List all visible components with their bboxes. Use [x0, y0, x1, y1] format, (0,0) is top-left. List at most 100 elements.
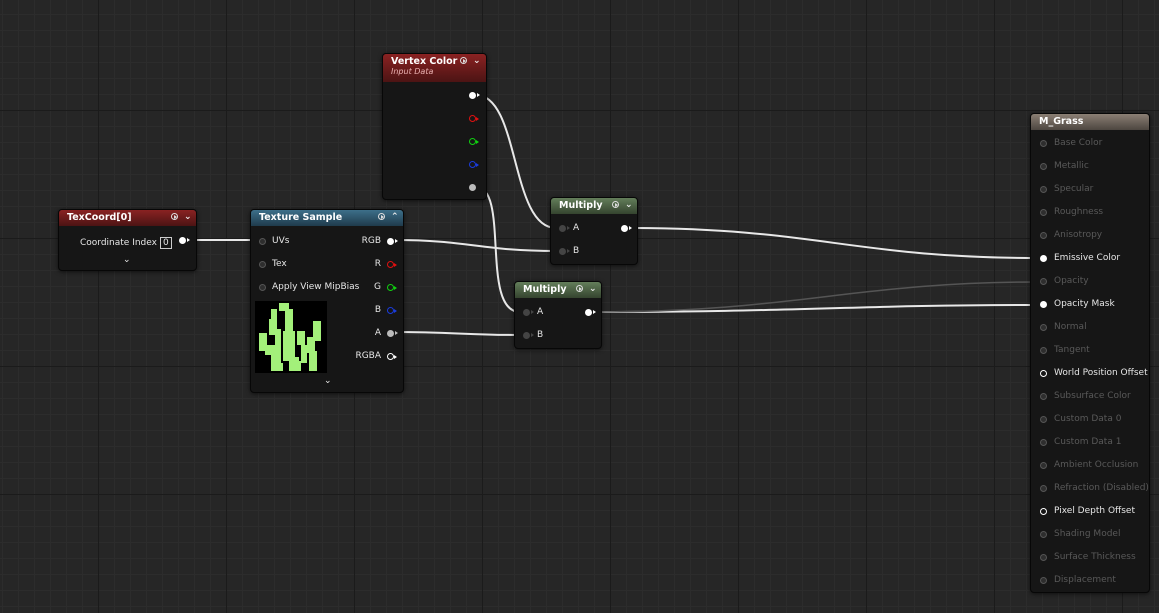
vertex-color-output-g-pin[interactable]	[469, 138, 479, 145]
uvs-input-pin[interactable]	[259, 238, 266, 245]
vertex-color-header[interactable]: Vertex Color Input Data ⌄	[383, 54, 486, 82]
chevron-up-icon[interactable]: ⌃	[391, 213, 400, 222]
material-input-label: Roughness	[1054, 207, 1104, 217]
node-title: M_Grass	[1039, 116, 1084, 127]
material-input-pin[interactable]	[1040, 416, 1047, 423]
chevron-down-icon[interactable]: ⌄	[184, 213, 193, 222]
b-output-label: B	[374, 305, 381, 315]
material-input-label: Pixel Depth Offset	[1054, 506, 1135, 516]
coordinate-index-field[interactable]: 0	[159, 237, 172, 249]
material-input-label: Opacity Mask	[1054, 299, 1115, 309]
material-input-pin[interactable]	[1040, 301, 1047, 308]
rgb-output-label: RGB	[361, 236, 381, 246]
material-result-node[interactable]: M_Grass Base Color Metallic Specular Roughn…	[1030, 113, 1150, 593]
multiply-a-input-pin[interactable]	[559, 225, 570, 232]
tex-input-label: Tex	[272, 259, 287, 269]
vertex-color-node[interactable]: Vertex Color Input Data ⌄	[382, 53, 487, 200]
material-input-label: Tangent	[1054, 345, 1090, 355]
multiply-header[interactable]: Multiply ⌄	[515, 282, 601, 298]
material-input-label: Ambient Occlusion	[1054, 460, 1139, 470]
expand-chevron-icon[interactable]: ⌄	[123, 255, 131, 265]
material-input-pin[interactable]	[1040, 577, 1047, 584]
material-input-label: Custom Data 0	[1054, 414, 1122, 424]
material-input-label: Anisotropy	[1054, 230, 1103, 240]
node-title: Texture Sample	[259, 212, 343, 223]
node-title: Multiply	[523, 284, 567, 295]
material-input-pin[interactable]	[1040, 163, 1047, 170]
r-output-pin[interactable]	[387, 261, 397, 268]
material-input-pin[interactable]	[1040, 140, 1047, 147]
tex-input-pin[interactable]	[259, 261, 266, 268]
material-input-pin[interactable]	[1040, 393, 1047, 400]
collapse-chevron-icon[interactable]: ⌄	[324, 376, 332, 386]
r-output-label: R	[374, 259, 381, 269]
material-input-pin[interactable]	[1040, 186, 1047, 193]
vertex-color-output-rgb-pin[interactable]	[469, 92, 480, 99]
material-input-label: Refraction (Disabled)	[1054, 483, 1149, 493]
a-output-pin[interactable]	[387, 330, 398, 337]
material-input-pin[interactable]	[1040, 347, 1047, 354]
preview-toggle-icon[interactable]	[576, 285, 583, 292]
material-input-pin[interactable]	[1040, 439, 1047, 446]
multiply-a-input-pin[interactable]	[523, 309, 534, 316]
chevron-down-icon[interactable]: ⌄	[625, 201, 634, 210]
node-title: TexCoord[0]	[67, 212, 132, 223]
preview-toggle-icon[interactable]	[171, 213, 178, 220]
wire-rgb-to-multiply1-b	[393, 239, 557, 252]
mipbias-input-pin[interactable]	[259, 284, 266, 291]
texture-sample-node[interactable]: Texture Sample ⌃ UVs Tex Apply View MipB…	[250, 209, 404, 393]
multiply-b-label: B	[537, 330, 544, 340]
wire-multiply2-to-opacity-mask	[590, 304, 1042, 313]
preview-toggle-icon[interactable]	[378, 213, 385, 220]
multiply-b-input-pin[interactable]	[559, 248, 570, 255]
g-output-label: G	[374, 282, 381, 292]
multiply-b-input-pin[interactable]	[523, 332, 534, 339]
material-input-pin[interactable]	[1040, 278, 1047, 285]
texcoord-node[interactable]: TexCoord[0] ⌄ Coordinate Index 0 ⌄	[58, 209, 197, 271]
vertex-color-output-b-pin[interactable]	[469, 161, 479, 168]
preview-toggle-icon[interactable]	[460, 57, 467, 64]
material-input-label: World Position Offset	[1054, 368, 1148, 378]
wire-alpha-to-multiply2-b	[393, 331, 521, 336]
multiply-a-label: A	[537, 307, 544, 317]
b-output-pin[interactable]	[387, 307, 397, 314]
material-input-label: Surface Thickness	[1054, 552, 1136, 562]
preview-toggle-icon[interactable]	[612, 201, 619, 208]
vertex-color-output-r-pin[interactable]	[469, 115, 479, 122]
g-output-pin[interactable]	[387, 284, 397, 291]
chevron-down-icon[interactable]: ⌄	[589, 285, 598, 294]
material-input-pin[interactable]	[1040, 508, 1047, 515]
texcoord-header[interactable]: TexCoord[0] ⌄	[59, 210, 196, 226]
material-input-pin[interactable]	[1040, 485, 1047, 492]
material-input-pin[interactable]	[1040, 324, 1047, 331]
material-input-label: Metallic	[1054, 161, 1089, 171]
multiply-node-2[interactable]: Multiply ⌄ A B	[514, 281, 602, 349]
material-input-label: Opacity	[1054, 276, 1089, 286]
multiply-header[interactable]: Multiply ⌄	[551, 198, 637, 214]
material-input-label: Custom Data 1	[1054, 437, 1122, 447]
texcoord-output-pin[interactable]	[179, 237, 190, 244]
texture-sample-header[interactable]: Texture Sample ⌃	[251, 210, 403, 226]
material-input-pin[interactable]	[1040, 370, 1047, 377]
material-input-label: Displacement	[1054, 575, 1116, 585]
multiply-node-1[interactable]: Multiply ⌄ A B	[550, 197, 638, 265]
a-output-label: A	[374, 328, 381, 338]
material-input-pin[interactable]	[1040, 255, 1047, 262]
node-title: Multiply	[559, 200, 603, 211]
material-input-pin[interactable]	[1040, 232, 1047, 239]
material-input-pin[interactable]	[1040, 554, 1047, 561]
material-input-pin[interactable]	[1040, 531, 1047, 538]
material-input-pin[interactable]	[1040, 462, 1047, 469]
material-result-header[interactable]: M_Grass	[1031, 114, 1149, 130]
material-input-pin[interactable]	[1040, 209, 1047, 216]
chevron-down-icon[interactable]: ⌄	[473, 57, 482, 66]
rgba-output-pin[interactable]	[387, 353, 397, 360]
multiply-output-pin[interactable]	[585, 309, 596, 316]
rgb-output-pin[interactable]	[387, 238, 398, 245]
material-input-label: Shading Model	[1054, 529, 1121, 539]
wire-multiply1-to-emissive	[626, 227, 1042, 259]
multiply-output-pin[interactable]	[621, 225, 632, 232]
vertex-color-output-a-pin[interactable]	[469, 184, 476, 191]
texture-preview-thumbnail	[255, 301, 327, 373]
multiply-a-label: A	[573, 223, 580, 233]
